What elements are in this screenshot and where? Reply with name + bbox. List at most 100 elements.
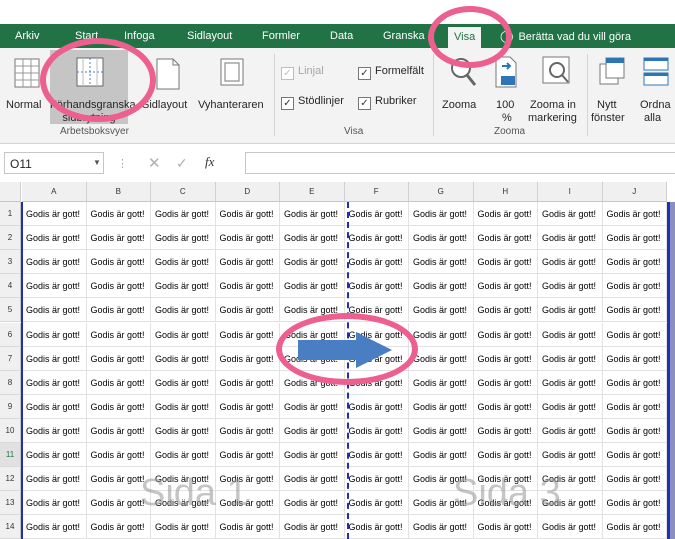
cell-b13[interactable]: Godis är gott! [86,491,151,516]
cell-h3[interactable]: Godis är gott! [473,250,538,275]
cell-e8[interactable]: Godis är gott! [280,370,345,395]
name-box[interactable]: O11 [4,152,104,174]
cell-d10[interactable]: Godis är gott! [215,418,280,443]
column-header-c[interactable]: C [151,182,216,202]
ruler-checkbox[interactable]: ✓ Linjal [281,65,324,80]
row-header[interactable]: 10 [0,418,21,443]
cell-f9[interactable]: Godis är gott! [344,394,409,419]
cell-d6[interactable]: Godis är gott! [215,322,280,347]
cell-a11[interactable]: Godis är gott! [22,443,87,468]
row-header[interactable]: 11 [0,443,21,468]
cell-g14[interactable]: Godis är gott! [409,515,474,539]
cell-c11[interactable]: Godis är gott! [151,443,216,468]
cell-j4[interactable]: Godis är gott! [602,274,667,299]
cell-b5[interactable]: Godis är gott! [86,298,151,323]
zoom-to-selection-button[interactable]: Zooma in markering [528,52,584,126]
cell-a10[interactable]: Godis är gott! [22,418,87,443]
cell-c1[interactable]: Godis är gott! [151,202,216,227]
cell-h8[interactable]: Godis är gott! [473,370,538,395]
cell-h11[interactable]: Godis är gott! [473,443,538,468]
cell-g5[interactable]: Godis är gott! [409,298,474,323]
column-header-f[interactable]: F [344,182,409,202]
column-header-h[interactable]: H [473,182,538,202]
cell-a2[interactable]: Godis är gott! [22,226,87,251]
cell-j1[interactable]: Godis är gott! [602,202,667,227]
cell-g4[interactable]: Godis är gott! [409,274,474,299]
cell-g6[interactable]: Godis är gott! [409,322,474,347]
cell-h5[interactable]: Godis är gott! [473,298,538,323]
cell-e5[interactable]: Godis är gott! [280,298,345,323]
cell-c4[interactable]: Godis är gott! [151,274,216,299]
cell-e4[interactable]: Godis är gott! [280,274,345,299]
cell-j13[interactable]: Godis är gott! [602,491,667,516]
cell-e12[interactable]: Godis är gott! [280,467,345,492]
cell-j7[interactable]: Godis är gott! [602,346,667,371]
zoom-100-button[interactable]: 100 % [492,52,520,126]
cell-d11[interactable]: Godis är gott! [215,443,280,468]
cancel-entry-icon[interactable]: ✕ [148,154,161,172]
headings-checkbox[interactable]: ✓ Rubriker [358,95,417,110]
cell-b4[interactable]: Godis är gott! [86,274,151,299]
cell-i14[interactable]: Godis är gott! [538,515,603,539]
cell-i1[interactable]: Godis är gott! [538,202,603,227]
cell-f11[interactable]: Godis är gott! [344,443,409,468]
page-break-preview-button[interactable]: Förhandsgranska sidbrytning [50,50,136,124]
cell-d12[interactable]: Godis är gott! [215,467,280,492]
formula-bar-checkbox[interactable]: ✓ Formelfält [358,65,424,80]
cell-g11[interactable]: Godis är gott! [409,443,474,468]
cell-d13[interactable]: Godis är gott! [215,491,280,516]
row-header[interactable]: 9 [0,394,21,419]
tab-arkiv[interactable]: Arkiv [15,24,39,48]
cell-e9[interactable]: Godis är gott! [280,394,345,419]
normal-view-button[interactable]: Normal [6,52,46,126]
column-header-d[interactable]: D [215,182,280,202]
cell-d4[interactable]: Godis är gott! [215,274,280,299]
cell-d2[interactable]: Godis är gott! [215,226,280,251]
cell-j8[interactable]: Godis är gott! [602,370,667,395]
cell-b10[interactable]: Godis är gott! [86,418,151,443]
row-header[interactable]: 8 [0,370,21,395]
cell-d1[interactable]: Godis är gott! [215,202,280,227]
cell-a13[interactable]: Godis är gott! [22,491,87,516]
cell-g10[interactable]: Godis är gott! [409,418,474,443]
tab-sidlayout[interactable]: Sidlayout [187,24,232,48]
cell-a3[interactable]: Godis är gott! [22,250,87,275]
cell-e3[interactable]: Godis är gott! [280,250,345,275]
cell-j11[interactable]: Godis är gott! [602,443,667,468]
page-layout-button[interactable]: Sidlayout [140,52,198,126]
cell-g7[interactable]: Godis är gott! [409,346,474,371]
column-header-i[interactable]: I [538,182,603,202]
column-header-j[interactable]: J [602,182,667,202]
column-header-b[interactable]: B [86,182,151,202]
cell-i3[interactable]: Godis är gott! [538,250,603,275]
formula-input[interactable] [245,152,675,174]
tell-me-search[interactable]: ◯ Berätta vad du vill göra [500,24,631,48]
row-header[interactable]: 2 [0,226,21,251]
cell-a12[interactable]: Godis är gott! [22,467,87,492]
cell-i4[interactable]: Godis är gott! [538,274,603,299]
cell-d9[interactable]: Godis är gott! [215,394,280,419]
cell-c13[interactable]: Godis är gott! [151,491,216,516]
cell-a1[interactable]: Godis är gott! [22,202,87,227]
cell-j14[interactable]: Godis är gott! [602,515,667,539]
cell-i11[interactable]: Godis är gott! [538,443,603,468]
cell-i6[interactable]: Godis är gott! [538,322,603,347]
cell-j10[interactable]: Godis är gott! [602,418,667,443]
cell-f8[interactable]: Godis är gott! [344,370,409,395]
cell-j3[interactable]: Godis är gott! [602,250,667,275]
cell-c5[interactable]: Godis är gott! [151,298,216,323]
cell-c14[interactable]: Godis är gott! [151,515,216,539]
cell-g1[interactable]: Godis är gott! [409,202,474,227]
cell-i13[interactable]: Godis är gott! [538,491,603,516]
chevron-down-icon[interactable]: ▼ [93,158,101,167]
cell-i5[interactable]: Godis är gott! [538,298,603,323]
cell-a5[interactable]: Godis är gott! [22,298,87,323]
cell-f5[interactable]: Godis är gott! [344,298,409,323]
cell-b3[interactable]: Godis är gott! [86,250,151,275]
cell-j12[interactable]: Godis är gott! [602,467,667,492]
cell-h6[interactable]: Godis är gott! [473,322,538,347]
cell-h14[interactable]: Godis är gott! [473,515,538,539]
cell-h4[interactable]: Godis är gott! [473,274,538,299]
cell-c10[interactable]: Godis är gott! [151,418,216,443]
cell-f10[interactable]: Godis är gott! [344,418,409,443]
